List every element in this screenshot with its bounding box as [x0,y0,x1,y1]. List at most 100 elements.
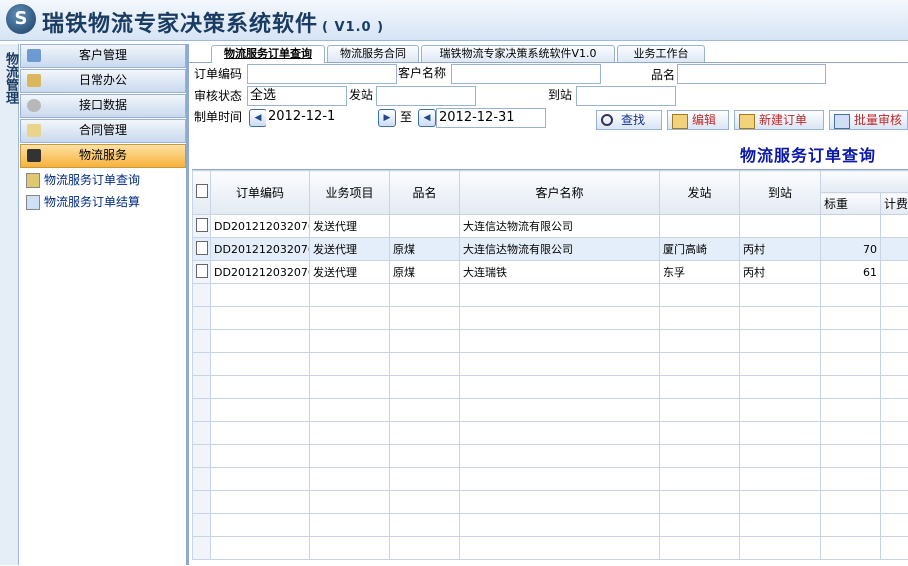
sidebar-item-contracts[interactable]: 合同管理 [20,119,186,143]
table-cell [821,399,881,422]
order-grid: 订单编码 业务项目 品名 客户名称 发站 到站 重 标重 计费 DD201212… [192,169,908,566]
date-from-input[interactable]: 2012-12-1 [266,108,376,128]
col-header-customer[interactable]: 客户名称 [460,171,660,215]
table-cell: 东孚 [660,261,740,284]
tab-order-query[interactable]: 物流服务订单查询 [211,45,325,63]
table-row[interactable] [193,284,908,307]
row-checkbox[interactable] [193,537,211,560]
subitem-order-settlement[interactable]: 物流服务订单结算 [20,191,186,213]
row-checkbox[interactable] [193,399,211,422]
side-tab-logistics[interactable]: 物流管理 [0,44,19,565]
table-cell [821,468,881,491]
order-code-input[interactable] [247,64,397,84]
col-header-standard-weight[interactable]: 标重 [821,193,881,215]
table-row[interactable] [193,514,908,537]
from-station-input[interactable] [376,86,476,106]
row-checkbox[interactable] [193,330,211,353]
row-checkbox[interactable] [193,261,211,284]
row-checkbox[interactable] [193,284,211,307]
table-cell [740,537,821,560]
col-header-business[interactable]: 业务项目 [310,171,390,215]
side-tab-label: 物流管理 [1,52,20,104]
edit-button-label: 编辑 [692,113,716,127]
table-row[interactable] [193,537,908,560]
row-checkbox[interactable] [193,307,211,330]
product-input[interactable] [677,64,826,84]
table-cell [740,215,821,238]
table-cell [740,307,821,330]
sidebar-item-label: 物流服务 [79,148,127,162]
date-label: 制单时间 [194,107,242,127]
date-from-prev-icon[interactable]: ◀ [249,109,267,127]
table-cell [881,445,908,468]
table-cell [821,353,881,376]
table-row[interactable] [193,422,908,445]
col-header-from-station[interactable]: 发站 [660,171,740,215]
table-cell [390,422,460,445]
date-to-prev-icon[interactable]: ◀ [418,109,436,127]
subitem-order-query[interactable]: 物流服务订单查询 [20,169,186,191]
date-from-next-icon[interactable]: ▶ [378,109,396,127]
table-row[interactable] [193,330,908,353]
sidebar-item-label: 合同管理 [79,123,127,137]
tab-service-contract[interactable]: 物流服务合同 [327,45,419,62]
table-row[interactable]: DD2012120320763发送代理原煤大连信达物流有限公司厦门高崎丙村70 [193,238,908,261]
select-all-checkbox[interactable] [193,171,211,215]
row-checkbox[interactable] [193,215,211,238]
table-cell: 发送代理 [310,215,390,238]
col-header-product[interactable]: 品名 [390,171,460,215]
table-cell [660,376,740,399]
row-checkbox[interactable] [193,491,211,514]
row-checkbox[interactable] [193,514,211,537]
magnifier-icon [601,114,613,126]
row-checkbox[interactable] [193,468,211,491]
table-row[interactable] [193,445,908,468]
table-row[interactable]: DD2012120320764发送代理大连信达物流有限公司 [193,215,908,238]
row-checkbox[interactable] [193,238,211,261]
sidebar-item-logistics-service[interactable]: 物流服务 [20,144,186,168]
batch-review-button-label: 批量审核 [854,113,902,127]
table-row[interactable] [193,307,908,330]
to-station-input[interactable] [576,86,676,106]
table-cell [390,376,460,399]
customer-input[interactable] [451,64,601,84]
tab-system-software[interactable]: 瑞铁物流专家决策系统软件V1.0 [421,45,615,62]
search-button[interactable]: 查找 [596,110,662,130]
row-checkbox[interactable] [193,422,211,445]
sidebar-item-label: 接口数据 [79,98,127,112]
sidebar-item-customers[interactable]: 客户管理 [20,44,186,68]
col-header-billed-weight[interactable]: 计费 [881,193,908,215]
table-cell [821,491,881,514]
sidebar-item-office[interactable]: 日常办公 [20,69,186,93]
table-cell: 大连信达物流有限公司 [460,215,660,238]
table-row[interactable] [193,468,908,491]
table-row[interactable] [193,491,908,514]
date-to-input[interactable]: 2012-12-31 [436,108,546,128]
row-checkbox[interactable] [193,353,211,376]
table-cell [211,514,310,537]
table-row[interactable]: DD2012120320762发送代理原煤大连瑞铁东孚丙村61 [193,261,908,284]
table-row[interactable] [193,376,908,399]
table-cell [740,468,821,491]
table-cell [460,491,660,514]
table-cell [390,537,460,560]
table-cell: DD2012120320762 [211,261,310,284]
tab-workbench[interactable]: 业务工作台 [617,45,705,62]
row-checkbox[interactable] [193,445,211,468]
new-order-button[interactable]: 新建订单 [734,110,824,130]
col-header-weight-group[interactable]: 重 [821,171,908,193]
table-cell [211,468,310,491]
batch-review-button[interactable]: 批量审核 [829,110,908,130]
sidebar-item-interface[interactable]: 接口数据 [20,94,186,118]
table-row[interactable] [193,399,908,422]
review-status-select[interactable]: 全选 [247,86,347,106]
col-header-to-station[interactable]: 到站 [740,171,821,215]
table-cell: 原煤 [390,261,460,284]
table-cell [740,422,821,445]
table-cell [740,376,821,399]
table-row[interactable] [193,353,908,376]
edit-button[interactable]: 编辑 [667,110,729,130]
row-checkbox[interactable] [193,376,211,399]
table-cell [310,422,390,445]
col-header-order-code[interactable]: 订单编码 [211,171,310,215]
